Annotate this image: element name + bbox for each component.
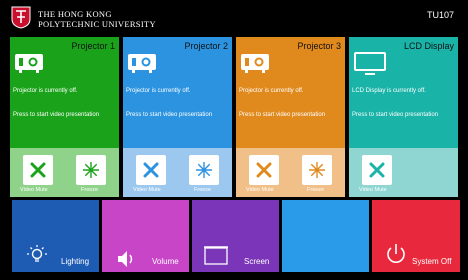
power-icon: [387, 244, 405, 263]
volume-label: Volume: [152, 257, 179, 266]
projector-3-power-area[interactable]: Projector 3 Projector is currently off. …: [236, 37, 345, 148]
university-logo: [11, 6, 31, 29]
snowflake-icon: [309, 162, 325, 178]
projector-3-panel: Projector 3 Projector is currently off. …: [236, 37, 345, 197]
panel-status: LCD Display is currently off.: [352, 88, 426, 94]
projector-2-panel: Projector 2 Projector is currently off. …: [123, 37, 232, 197]
panel-status: Projector is currently off.: [239, 88, 304, 94]
video-mute-label: Video Mute: [246, 187, 274, 193]
x-icon: [30, 162, 46, 178]
x-icon: [369, 162, 385, 178]
video-mute-button[interactable]: [362, 155, 392, 185]
monitor-icon: [354, 52, 386, 75]
snowflake-icon: [196, 162, 212, 178]
panel-hint: Press to start video presentation: [239, 112, 326, 118]
screen-icon: [204, 246, 228, 265]
x-icon: [256, 162, 272, 178]
video-mute-button[interactable]: [23, 155, 53, 185]
freeze-button[interactable]: [76, 155, 106, 185]
panel-status: Projector is currently off.: [126, 88, 191, 94]
video-mute-label: Video Mute: [133, 187, 161, 193]
header-bar: THE HONG KONG POLYTECHNIC UNIVERSITY TU1…: [0, 0, 468, 36]
video-mute-button[interactable]: [249, 155, 279, 185]
freeze-label: Freeze: [307, 187, 325, 193]
screen-button[interactable]: Screen: [192, 200, 279, 272]
university-name-line2: POLYTECHNIC UNIVERSITY: [38, 19, 156, 29]
projector-1-panel: Projector 1 Projector is currently off. …: [10, 37, 119, 197]
panel-title: Projector 3: [297, 41, 341, 51]
projector-icon: [241, 54, 269, 73]
lighting-button[interactable]: Lighting: [12, 200, 99, 272]
volume-button[interactable]: Volume: [102, 200, 189, 272]
panel-title: LCD Display: [403, 41, 454, 51]
screen-label: Screen: [244, 257, 270, 266]
video-mute-label: Video Mute: [20, 187, 48, 193]
panel-hint: Press to start video presentation: [352, 112, 439, 118]
projector-1-power-area[interactable]: Projector 1 Projector is currently off. …: [10, 37, 119, 148]
lighting-label: Lighting: [61, 257, 90, 266]
video-mute-button[interactable]: [136, 155, 166, 185]
panel-title: Projector 1: [71, 41, 115, 51]
projector-icon: [15, 54, 43, 73]
panel-hint: Press to start video presentation: [126, 112, 213, 118]
panel-hint: Press to start video presentation: [13, 112, 100, 118]
freeze-label: Freeze: [81, 187, 99, 193]
room-code: TU107: [426, 10, 454, 20]
video-mute-label: Video Mute: [359, 187, 387, 193]
freeze-button[interactable]: [189, 155, 219, 185]
panel-controls: Video Mute Freeze: [123, 148, 232, 197]
freeze-button[interactable]: [302, 155, 332, 185]
panel-status: Projector is currently off.: [13, 88, 78, 94]
blank-tile[interactable]: [282, 200, 369, 272]
system-off-label: System Off: [412, 257, 452, 266]
system-off-button[interactable]: System Off: [372, 200, 460, 272]
light-bulb-icon: [27, 245, 47, 262]
lcd-display-panel: LCD Display LCD Display is currently off…: [349, 37, 458, 197]
university-name-line1: THE HONG KONG: [38, 9, 112, 19]
lcd-display-power-area[interactable]: LCD Display LCD Display is currently off…: [349, 37, 458, 148]
x-icon: [143, 162, 159, 178]
speaker-icon: [118, 251, 133, 267]
snowflake-icon: [83, 162, 99, 178]
panel-controls: Video Mute Freeze: [236, 148, 345, 197]
freeze-label: Freeze: [194, 187, 212, 193]
projector-2-power-area[interactable]: Projector 2 Projector is currently off. …: [123, 37, 232, 148]
university-name: THE HONG KONG POLYTECHNIC UNIVERSITY: [38, 9, 156, 29]
panel-title: Projector 2: [184, 41, 228, 51]
projector-icon: [128, 54, 156, 73]
panel-controls: Video Mute Freeze: [10, 148, 119, 197]
panel-controls: Video Mute: [349, 148, 458, 197]
